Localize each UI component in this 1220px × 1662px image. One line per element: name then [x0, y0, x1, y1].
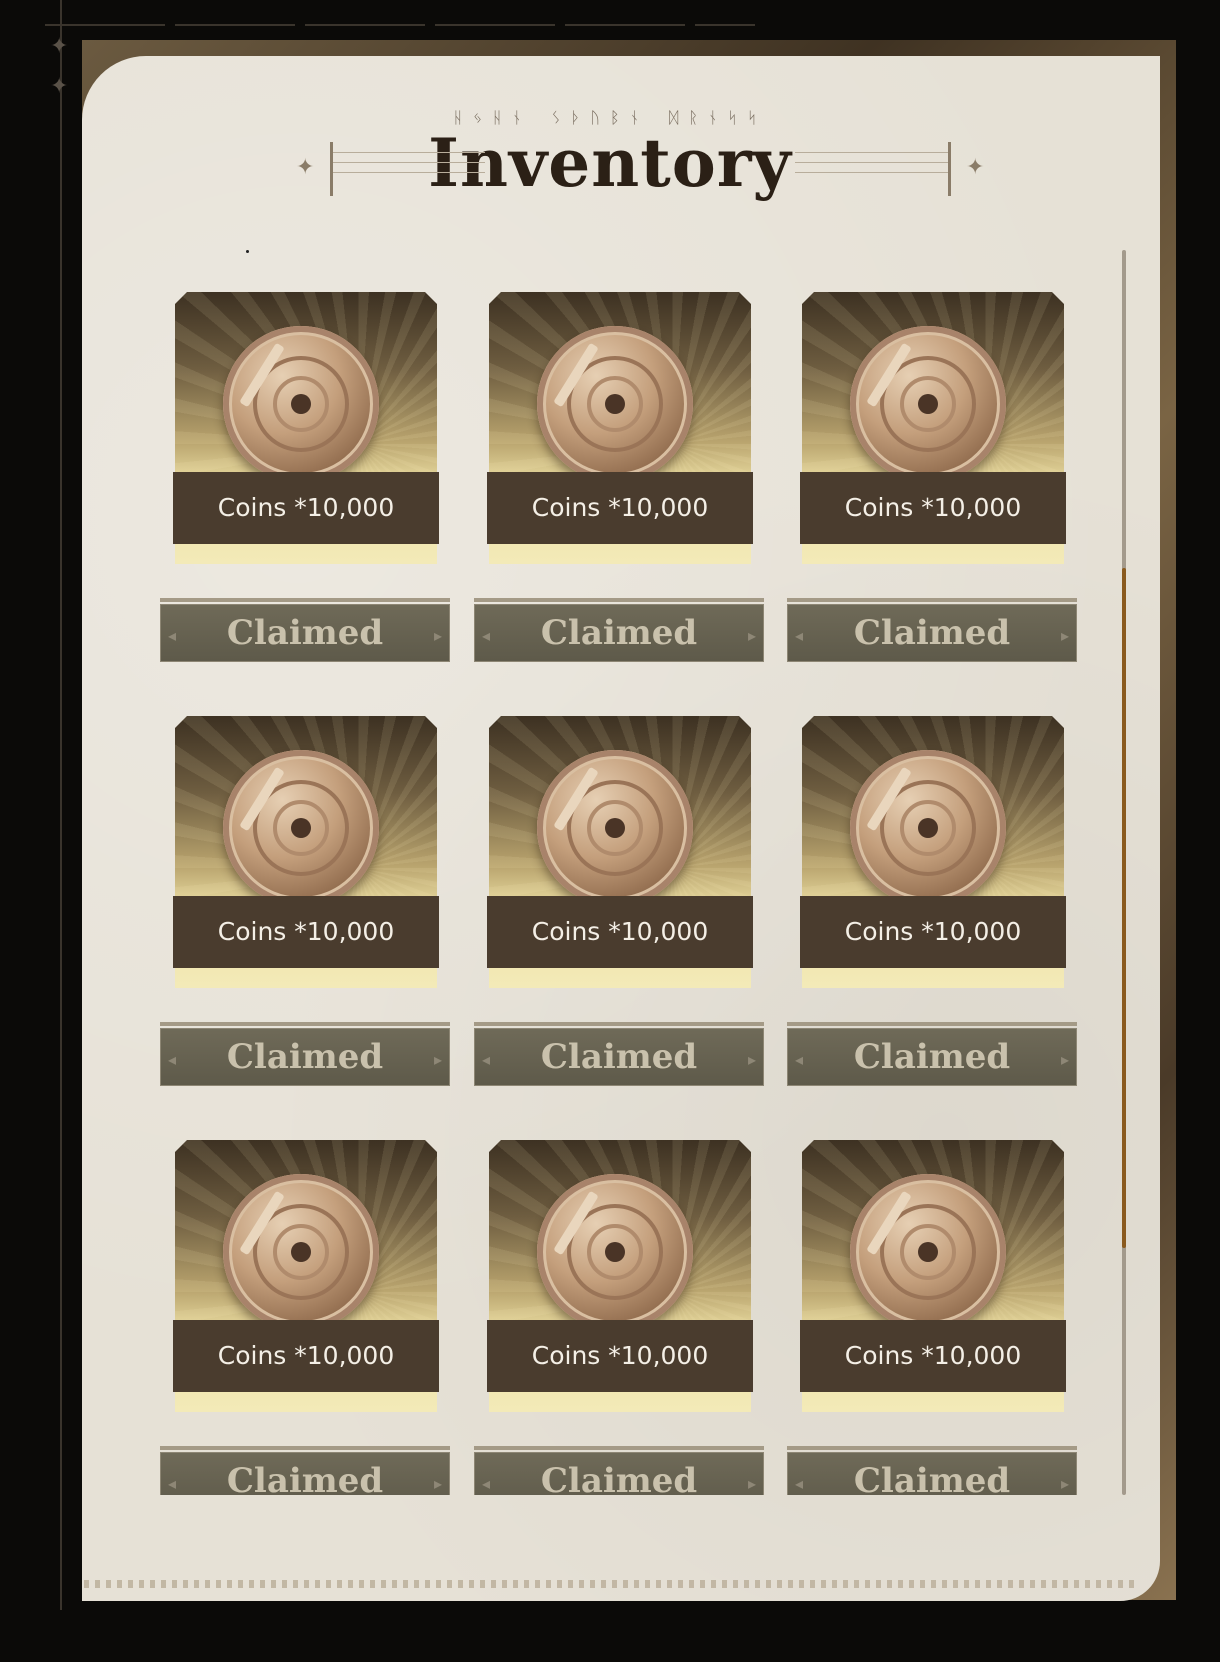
- claimed-button[interactable]: ◂ ▸ Claimed: [474, 598, 764, 662]
- reward-label: Coins *10,000: [217, 1341, 395, 1370]
- reward-label: Coins *10,000: [217, 917, 395, 946]
- reward-card[interactable]: Coins *10,000: [487, 1140, 753, 1412]
- coin-icon: [850, 326, 1006, 482]
- coin-icon: [537, 326, 693, 482]
- reward-card[interactable]: Coins *10,000: [173, 716, 439, 988]
- coin-icon: [223, 1174, 379, 1330]
- claimed-label: Claimed: [540, 613, 698, 653]
- reward-card[interactable]: Coins *10,000: [173, 1140, 439, 1412]
- claimed-button[interactable]: ◂ ▸ Claimed: [474, 1446, 764, 1495]
- coin-icon: [223, 326, 379, 482]
- coin-icon: [537, 1174, 693, 1330]
- reward-label: Coins *10,000: [531, 1341, 709, 1370]
- scrollbar-thumb[interactable]: [1122, 568, 1126, 1248]
- reward-card[interactable]: Coins *10,000: [800, 716, 1066, 988]
- claimed-label: Claimed: [540, 1037, 698, 1077]
- claimed-label: Claimed: [853, 1461, 1011, 1495]
- claimed-button[interactable]: ◂ ▸ Claimed: [787, 598, 1077, 662]
- claimed-button[interactable]: ◂ ▸ Claimed: [160, 1022, 450, 1086]
- reward-label: Coins *10,000: [844, 493, 1022, 522]
- button-top-edge: [787, 1022, 1077, 1026]
- reward-card[interactable]: Coins *10,000: [800, 292, 1066, 564]
- button-top-edge: [160, 1446, 450, 1450]
- bottom-border-ornament: [84, 1580, 1134, 1588]
- reward-label: Coins *10,000: [531, 493, 709, 522]
- coin-icon: [223, 750, 379, 906]
- reward-card[interactable]: Coins *10,000: [173, 292, 439, 564]
- claimed-button[interactable]: ◂ ▸ Claimed: [787, 1446, 1077, 1495]
- coin-icon: [850, 1174, 1006, 1330]
- coin-icon: [850, 750, 1006, 906]
- claimed-label: Claimed: [540, 1461, 698, 1495]
- reward-label: Coins *10,000: [531, 917, 709, 946]
- claimed-label: Claimed: [226, 1461, 384, 1495]
- claimed-label: Claimed: [853, 1037, 1011, 1077]
- claimed-label: Claimed: [226, 1037, 384, 1077]
- button-top-edge: [474, 1446, 764, 1450]
- claimed-button[interactable]: ◂ ▸ Claimed: [787, 1022, 1077, 1086]
- button-top-edge: [787, 598, 1077, 602]
- claimed-button[interactable]: ◂ ▸ Claimed: [160, 598, 450, 662]
- claimed-button[interactable]: ◂ ▸ Claimed: [474, 1022, 764, 1086]
- button-top-edge: [474, 1022, 764, 1026]
- button-top-edge: [160, 1022, 450, 1026]
- reward-card[interactable]: Coins *10,000: [800, 1140, 1066, 1412]
- button-top-edge: [787, 1446, 1077, 1450]
- reward-label: Coins *10,000: [844, 917, 1022, 946]
- reward-card[interactable]: Coins *10,000: [487, 292, 753, 564]
- coin-icon: [537, 750, 693, 906]
- button-top-edge: [160, 598, 450, 602]
- claimed-button[interactable]: ◂ ▸ Claimed: [160, 1446, 450, 1495]
- claimed-label: Claimed: [226, 613, 384, 653]
- inventory-grid[interactable]: Coins *10,000 ◂ ▸ Claimed Coins *10,000 ◂ ▸ Cla…: [0, 0, 1220, 1495]
- claimed-label: Claimed: [853, 613, 1011, 653]
- reward-label: Coins *10,000: [844, 1341, 1022, 1370]
- reward-card[interactable]: Coins *10,000: [487, 716, 753, 988]
- reward-label: Coins *10,000: [217, 493, 395, 522]
- button-top-edge: [474, 598, 764, 602]
